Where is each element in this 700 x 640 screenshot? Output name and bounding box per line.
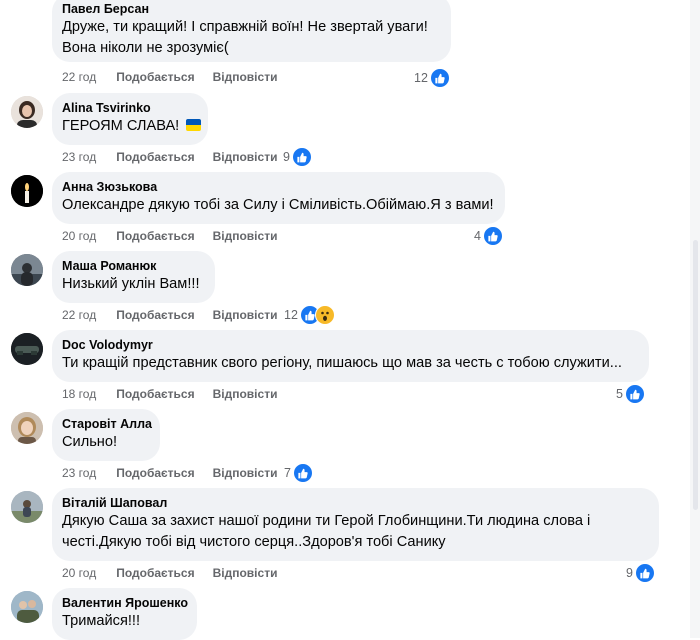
reaction-count[interactable]: 9 bbox=[626, 563, 655, 583]
comment-text-line: честі.Дякую тобі від чистого серця..Здор… bbox=[62, 534, 446, 550]
avatar[interactable] bbox=[11, 175, 43, 207]
comment-actions: 23 год Подобається Відповісти bbox=[62, 150, 295, 164]
reaction-number: 4 bbox=[474, 229, 481, 243]
comment-author[interactable]: Валентин Ярошенко bbox=[62, 595, 188, 611]
comment-timestamp[interactable]: 23 год bbox=[62, 150, 96, 164]
like-button[interactable]: Подобається bbox=[116, 229, 194, 243]
reaction-number: 7 bbox=[284, 466, 291, 480]
avatar[interactable] bbox=[11, 254, 43, 286]
comment-author[interactable]: Doc Volodymyr bbox=[62, 337, 637, 353]
reaction-number: 9 bbox=[283, 150, 290, 164]
comment-timestamp[interactable]: 23 год bbox=[62, 466, 96, 480]
comment-text-line: Друже, ти кращий! І справжній воїн! Не з… bbox=[62, 19, 428, 35]
comment-author[interactable]: Віталій Шаповал bbox=[62, 495, 647, 511]
reaction-count[interactable]: 12 bbox=[284, 305, 335, 325]
comment-actions: 18 год Подобається Відповісти bbox=[62, 387, 295, 401]
scrollbar[interactable] bbox=[690, 0, 700, 638]
reaction-count[interactable]: 12 bbox=[414, 68, 450, 88]
reaction-number: 12 bbox=[284, 308, 298, 322]
wow-icon bbox=[314, 305, 335, 325]
reaction-count[interactable]: 7 bbox=[284, 463, 313, 483]
comment-timestamp[interactable]: 22 год bbox=[62, 70, 96, 84]
like-button[interactable]: Подобається bbox=[116, 466, 194, 480]
like-icon bbox=[429, 68, 450, 88]
comment-bubble: Маша Романюк Низький уклін Вам!!! bbox=[52, 251, 215, 303]
reaction-number: 5 bbox=[616, 387, 623, 401]
reaction-count[interactable]: 5 bbox=[616, 384, 645, 404]
comment-author[interactable]: Павел Берсан bbox=[62, 1, 439, 17]
comment-bubble: Анна Зюзькова Олександре дякую тобі за С… bbox=[52, 172, 505, 224]
comment-bubble: Віталій Шаповал Дякую Саша за захист наш… bbox=[52, 488, 659, 561]
reply-button[interactable]: Відповісти bbox=[213, 229, 278, 243]
comment-actions: 20 год Подобається Відповісти bbox=[62, 566, 295, 580]
avatar[interactable] bbox=[11, 412, 43, 444]
reply-button[interactable]: Відповісти bbox=[213, 308, 278, 322]
reaction-number: 9 bbox=[626, 566, 633, 580]
like-button[interactable]: Подобається bbox=[116, 566, 194, 580]
avatar[interactable] bbox=[11, 333, 43, 365]
comment-actions: 22 год Подобається Відповісти bbox=[62, 308, 295, 322]
comment-bubble: Павел Берсан Друже, ти кращий! І справжн… bbox=[52, 0, 451, 62]
comment-author[interactable]: Alina Tsvirinko bbox=[62, 100, 196, 116]
comment-text-line: ГЕРОЯМ СЛАВА! bbox=[62, 116, 202, 137]
like-button[interactable]: Подобається bbox=[116, 70, 194, 84]
comment-author[interactable]: Маша Романюк bbox=[62, 258, 203, 274]
comment-bubble: Старовіт Алла Сильно! bbox=[52, 409, 160, 461]
comment-timestamp[interactable]: 20 год bbox=[62, 566, 96, 580]
reply-button[interactable]: Відповісти bbox=[213, 150, 278, 164]
comment-text: ГЕРОЯМ СЛАВА! bbox=[62, 118, 180, 134]
like-icon bbox=[291, 147, 312, 167]
reply-button[interactable]: Відповісти bbox=[213, 566, 278, 580]
scrollbar-thumb[interactable] bbox=[693, 240, 698, 510]
avatar[interactable] bbox=[11, 96, 43, 128]
reaction-count[interactable]: 9 bbox=[283, 147, 312, 167]
comment-text-line: Дякую Саша за захист нашої родини ти Гер… bbox=[62, 513, 591, 529]
like-icon bbox=[634, 563, 655, 583]
avatar[interactable] bbox=[11, 491, 43, 523]
comment-text-line: Ти кращій представник свого регіону, пиш… bbox=[62, 355, 622, 371]
comment-actions: 22 год Подобається Відповісти bbox=[62, 70, 295, 84]
reply-button[interactable]: Відповісти bbox=[213, 387, 278, 401]
comment-timestamp[interactable]: 18 год bbox=[62, 387, 96, 401]
comment-bubble: Doc Volodymyr Ти кращій представник свог… bbox=[52, 330, 649, 382]
reply-button[interactable]: Відповісти bbox=[213, 70, 278, 84]
comment-text-line: Олександре дякую тобі за Силу і Сміливіс… bbox=[62, 197, 494, 213]
reply-button[interactable]: Відповісти bbox=[213, 466, 278, 480]
like-button[interactable]: Подобається bbox=[116, 308, 194, 322]
comment-bubble: Alina Tsvirinko ГЕРОЯМ СЛАВА! bbox=[52, 93, 208, 145]
like-button[interactable]: Подобається bbox=[116, 150, 194, 164]
like-icon bbox=[292, 463, 313, 483]
comment-timestamp[interactable]: 20 год bbox=[62, 229, 96, 243]
like-icon bbox=[624, 384, 645, 404]
comment-text-line: Низький уклін Вам!!! bbox=[62, 276, 200, 292]
comment-bubble: Валентин Ярошенко Тримайся!!! bbox=[52, 588, 197, 640]
reaction-count[interactable]: 4 bbox=[474, 226, 503, 246]
comment-text-line: Тримайся!!! bbox=[62, 613, 141, 629]
comment-text-line: Сильно! bbox=[62, 434, 118, 450]
comment-text-line: Вона ніколи не зрозуміє( bbox=[62, 40, 229, 56]
comment-author[interactable]: Анна Зюзькова bbox=[62, 179, 493, 195]
like-button[interactable]: Подобається bbox=[116, 387, 194, 401]
ukraine-flag-icon bbox=[186, 119, 202, 131]
like-icon bbox=[482, 226, 503, 246]
avatar[interactable] bbox=[11, 591, 43, 623]
comment-timestamp[interactable]: 22 год bbox=[62, 308, 96, 322]
comment-actions: 23 год Подобається Відповісти bbox=[62, 466, 295, 480]
comment-actions: 20 год Подобається Відповісти bbox=[62, 229, 295, 243]
comment-author[interactable]: Старовіт Алла bbox=[62, 416, 152, 432]
reaction-number: 12 bbox=[414, 71, 428, 85]
